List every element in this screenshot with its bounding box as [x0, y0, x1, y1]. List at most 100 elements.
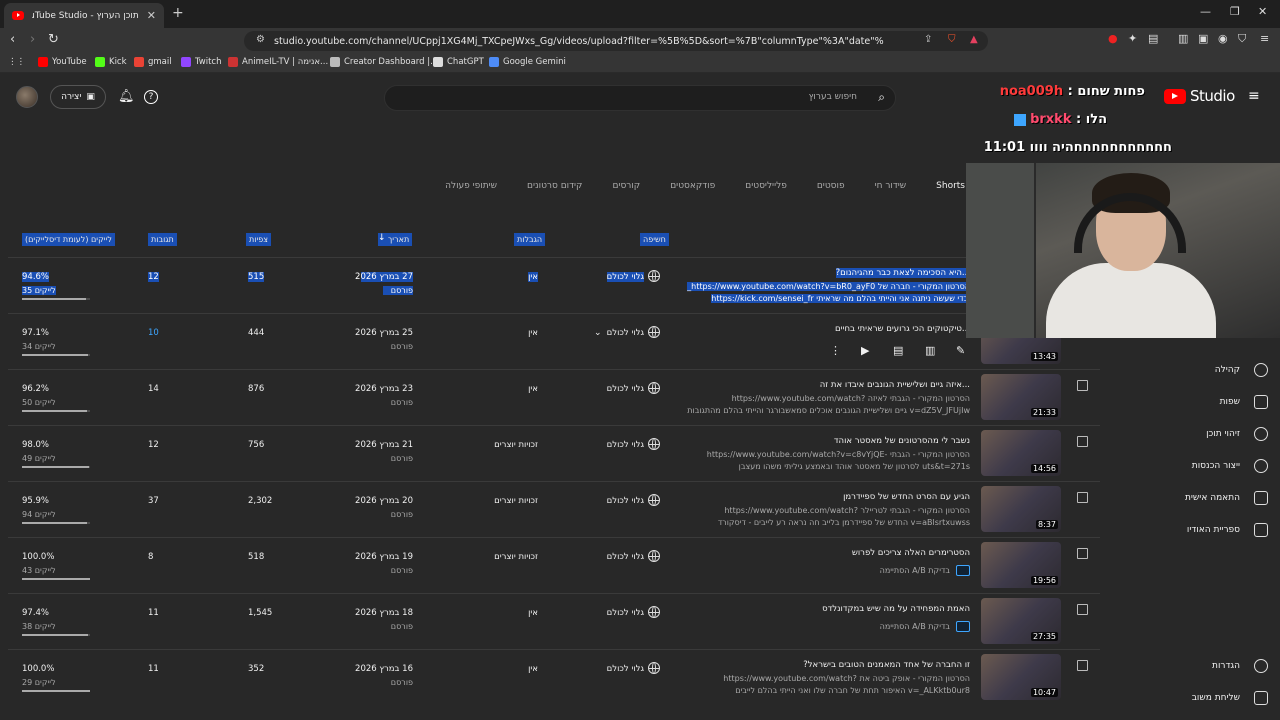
video-thumbnail[interactable]: 14:56	[981, 430, 1061, 476]
restrictions[interactable]: זכויות יוצרים	[468, 552, 538, 562]
bookmark-youtube[interactable]: YouTube	[38, 57, 87, 67]
sidebar-item-feedback[interactable]: שליחת משוב	[1192, 691, 1268, 705]
table-row[interactable]: 100.0% 43 לייקים 8 518 19 במרץ 2026 פורסם זכוי…	[8, 537, 1100, 593]
bookmark-kick[interactable]: Kick	[95, 57, 127, 67]
extensions-puzzle-icon[interactable]: ✦	[1128, 32, 1137, 45]
comment-count[interactable]: 10	[148, 328, 159, 338]
column-comments[interactable]: תגובות	[148, 233, 177, 246]
notifications-bell-icon[interactable]: 🔔︎	[118, 89, 135, 104]
search-icon[interactable]: ⌕	[878, 90, 885, 105]
column-visibility[interactable]: חשיפה	[640, 233, 669, 246]
column-restrictions[interactable]: הגבלות	[514, 233, 546, 246]
column-likes[interactable]: לייקים (לעומת דיסלייקים)	[22, 233, 115, 246]
visibility[interactable]: גלוי לכולם	[588, 440, 644, 450]
table-row[interactable]: 96.2% 50 לייקים 14 876 23 במרץ 2026 פורסם אין ג…	[8, 369, 1100, 425]
row-checkbox[interactable]	[1077, 604, 1088, 615]
restrictions[interactable]: זכויות יוצרים	[468, 496, 538, 506]
tab-item[interactable]: Shorts	[936, 181, 965, 191]
row-checkbox[interactable]	[1077, 380, 1088, 391]
tab-close-icon[interactable]: ✕	[147, 9, 156, 22]
table-row[interactable]: 98.0% 49 לייקים 12 756 21 במרץ 2026 פורסם זכוי…	[8, 425, 1100, 481]
youtube-link-icon[interactable]: ▶	[861, 344, 869, 357]
visibility[interactable]: גלוי לכולם	[588, 664, 644, 674]
site-info-icon[interactable]: ⚙	[256, 34, 265, 45]
bookmark-twitch[interactable]: Twitch	[181, 57, 222, 67]
create-button[interactable]: יצירה ▣	[50, 85, 106, 109]
tab-item[interactable]: פלייליסטים	[745, 181, 787, 191]
video-title[interactable]: הגיע עם הסרט החדש של ספיידרמן	[650, 492, 970, 502]
forward-icon[interactable]: ›	[30, 32, 35, 47]
visibility[interactable]: גלוי לכולם	[588, 608, 644, 618]
comments-icon[interactable]: ▤	[893, 344, 903, 357]
new-tab-icon[interactable]: +	[172, 5, 184, 21]
bookmark-gmail[interactable]: gmail	[134, 57, 172, 67]
help-icon[interactable]: ?	[144, 90, 158, 104]
sidebar-item-settings[interactable]: הגדרות	[1212, 659, 1268, 673]
shield-icon[interactable]: ⛉	[1238, 32, 1246, 46]
video-thumbnail[interactable]: 10:47	[981, 654, 1061, 700]
restrictions[interactable]: זכויות יוצרים	[468, 440, 538, 450]
sidebar-item-content-detection[interactable]: זיהוי תוכן	[1206, 427, 1268, 441]
vpn-icon[interactable]: ◉	[1218, 32, 1228, 45]
browser-tab[interactable]: תוכן הערוץ - YouTube Studio ✕	[4, 3, 164, 28]
video-title[interactable]: ...טיקטוקים הכי גרועים שראיתי בחיים	[650, 324, 970, 334]
table-row[interactable]: 94.6% 35 לייקים 12 515 27 במרץ 2026 פורסם אין ג…	[8, 257, 1100, 313]
video-thumbnail[interactable]: 8:37	[981, 486, 1061, 532]
visibility[interactable]: גלוי לכולם	[588, 552, 644, 562]
video-title[interactable]: הסטרימרים האלה צריכים לפרוש	[650, 548, 970, 558]
avatar[interactable]	[16, 86, 38, 108]
table-row[interactable]: 97.1% 34 לייקים 10 444 25 במרץ 2026 פורסם אין ג…	[8, 313, 1100, 369]
tab-item[interactable]: קידום סרטונים	[527, 181, 582, 191]
more-options-icon[interactable]: ⋮	[830, 344, 841, 357]
restore-icon[interactable]: ❐	[1230, 5, 1240, 18]
video-title[interactable]: זו החברה של אחד המאמנים הטובים בישראל?	[650, 660, 970, 670]
youtube-studio-logo[interactable]: Studio	[1164, 87, 1235, 105]
extension-icon[interactable]: ●	[1108, 32, 1118, 45]
video-title[interactable]: ...היא הסכימה לצאת כבר מהגיהנום?	[650, 268, 970, 278]
row-checkbox[interactable]	[1077, 436, 1088, 447]
tab-item[interactable]: פוסטים	[817, 181, 845, 191]
video-thumbnail[interactable]: 19:56	[981, 542, 1061, 588]
analytics-icon[interactable]: ▥	[925, 344, 935, 357]
sidebar-item-languages[interactable]: שפות	[1220, 395, 1268, 409]
brave-shield-icon[interactable]: ⛉	[948, 34, 956, 45]
bookmark-chatgpt[interactable]: ChatGPT	[433, 57, 484, 67]
video-thumbnail[interactable]: 27:35	[981, 598, 1061, 644]
sort-arrow-icon[interactable]: ↓	[378, 233, 386, 243]
bookmark-creator-dashboard[interactable]: Creator Dashboard |...	[330, 57, 438, 67]
column-views[interactable]: צפיות	[246, 233, 271, 246]
bookmark-gemini[interactable]: Google Gemini	[489, 57, 566, 67]
share-icon[interactable]: ⇪	[924, 34, 932, 45]
tab-item[interactable]: שידור חי	[875, 181, 907, 191]
hamburger-menu-icon[interactable]: ≡	[1248, 88, 1260, 104]
chevron-down-icon[interactable]: ⌄	[594, 328, 602, 338]
visibility[interactable]: גלוי לכולם	[588, 384, 644, 394]
apps-icon[interactable]: ⋮⋮	[8, 57, 25, 67]
menu-icon[interactable]: ≡	[1260, 32, 1269, 45]
sidebar-toggle-icon[interactable]: ▥	[1178, 32, 1188, 45]
back-icon[interactable]: ‹	[10, 32, 15, 47]
video-thumbnail[interactable]: 21:33	[981, 374, 1061, 420]
table-row[interactable]: 95.9% 94 לייקים 37 2,302 20 במרץ 2026 פורסם זכ…	[8, 481, 1100, 537]
tab-item[interactable]: שיתופי פעולה	[445, 181, 497, 191]
row-checkbox[interactable]	[1077, 492, 1088, 503]
video-title[interactable]: האמת המפחידה על מה שיש במקדונלדס	[650, 604, 970, 614]
visibility[interactable]: גלוי לכולם	[588, 496, 644, 506]
table-row[interactable]: 100.0% 29 לייקים 11 352 16 במרץ 2026 פורסם אין…	[8, 649, 1100, 705]
sidebar-item-customization[interactable]: התאמה אישית	[1185, 491, 1268, 505]
bookmark-animeil[interactable]: AnimeIL-TV | אנימה...	[228, 57, 328, 67]
edit-pencil-icon[interactable]: ✎	[956, 344, 965, 357]
rewards-icon[interactable]: ▲	[970, 34, 978, 45]
wallet-icon[interactable]: ▣	[1198, 32, 1208, 45]
tab-item[interactable]: פודקאסטים	[670, 181, 715, 191]
sidebar-item-audio-library[interactable]: ספריית האודיו	[1187, 523, 1268, 537]
reader-icon[interactable]: ▤	[1148, 32, 1158, 45]
minimize-icon[interactable]: —	[1200, 5, 1211, 18]
row-checkbox[interactable]	[1077, 548, 1088, 559]
video-title[interactable]: נשבר לי מהסרטונים של מאסטר אוהד	[650, 436, 970, 446]
search-input[interactable]: חיפוש בערוץ ⌕	[384, 85, 896, 111]
sidebar-item-monetization[interactable]: ייצור הכנסות	[1192, 459, 1268, 473]
address-bar[interactable]: ⚙ studio.youtube.com/channel/UCppj1XG4Mj…	[244, 31, 988, 51]
row-checkbox[interactable]	[1077, 660, 1088, 671]
reload-icon[interactable]: ↻	[48, 32, 59, 47]
